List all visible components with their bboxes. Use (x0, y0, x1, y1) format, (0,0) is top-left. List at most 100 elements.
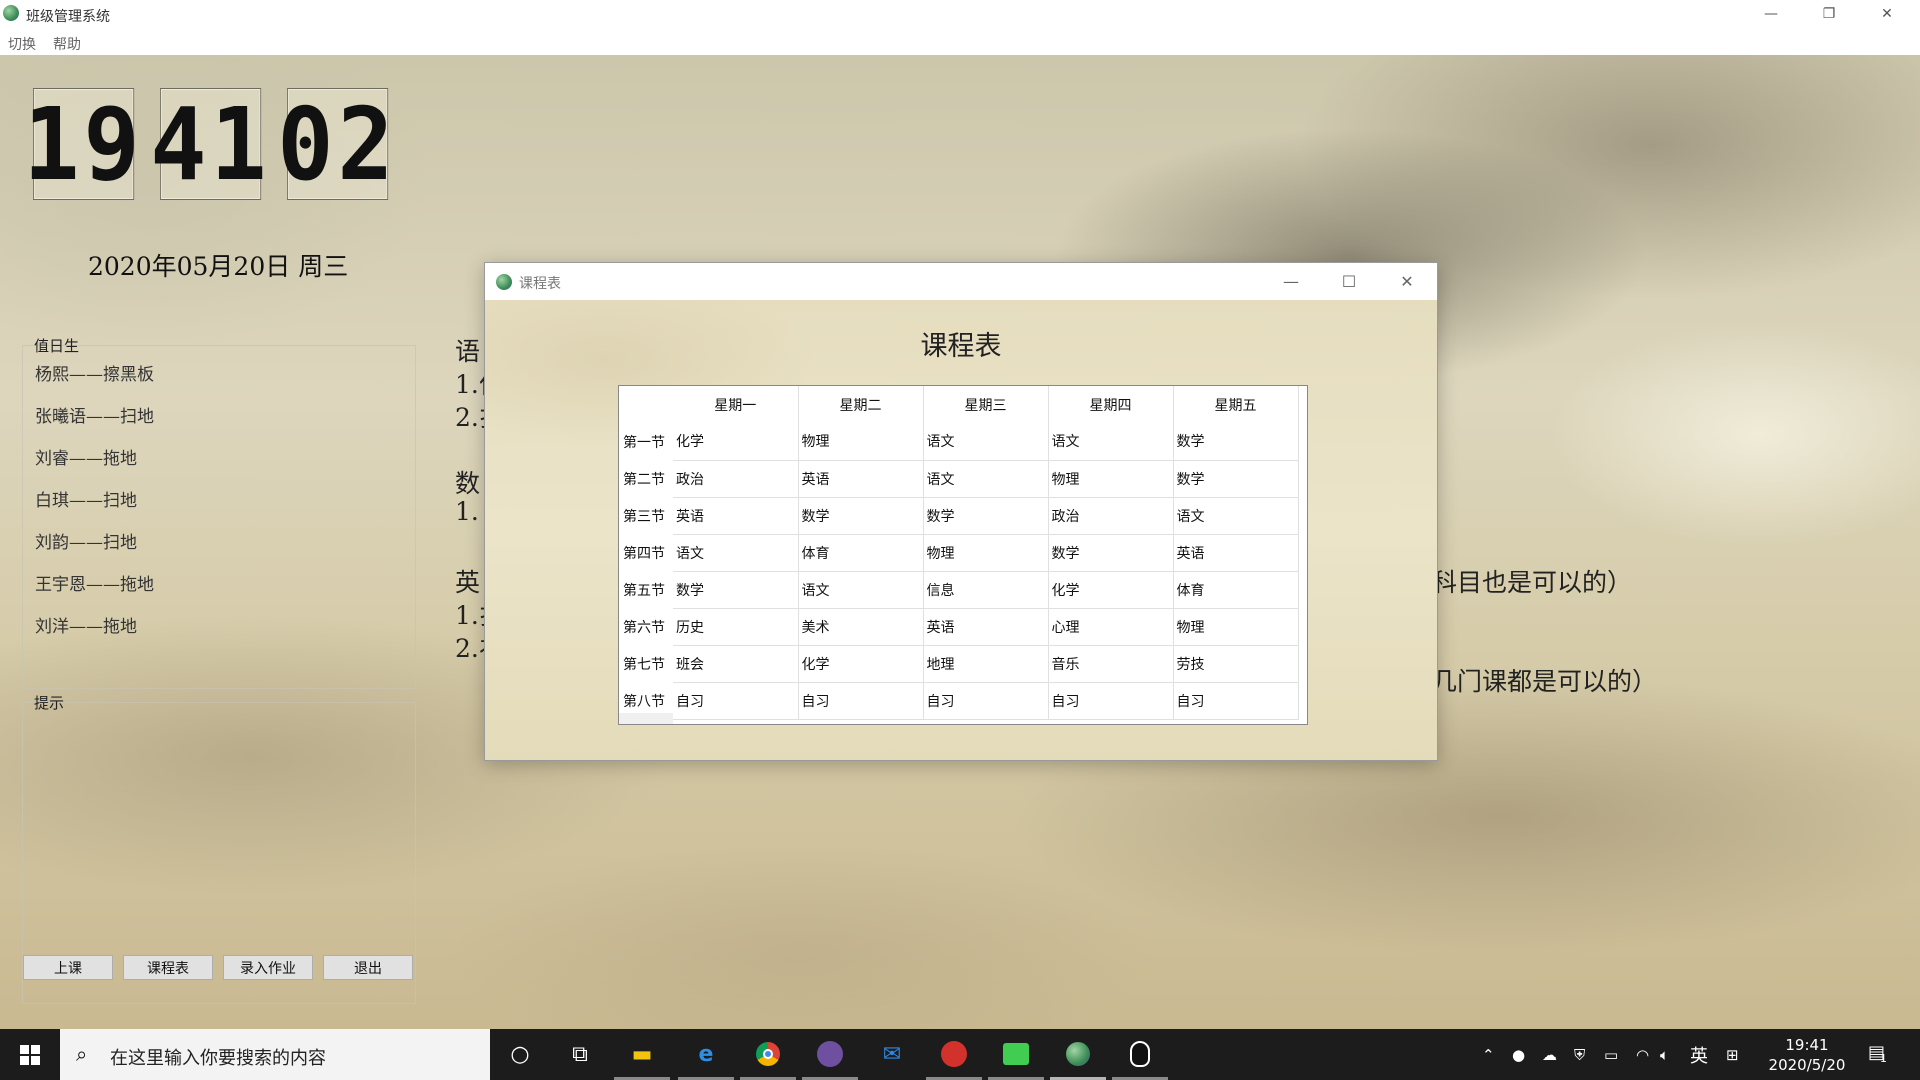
table-cell[interactable]: 自习 (1048, 682, 1174, 720)
table-cell[interactable]: 语文 (923, 460, 1049, 498)
ime-mode-icon[interactable]: ⊞ (1726, 1029, 1739, 1080)
table-cell[interactable]: 心理 (1048, 608, 1174, 646)
table-cell[interactable]: 体育 (1173, 571, 1299, 609)
notification-icon[interactable]: ▤ 1 (1868, 1042, 1892, 1066)
table-cell[interactable]: 语文 (1048, 423, 1174, 461)
close-button[interactable]: ✕ (1858, 0, 1916, 28)
menu-help[interactable]: 帮助 (53, 34, 81, 54)
table-cell[interactable]: 数学 (798, 497, 924, 535)
edge-icon[interactable]: e (689, 1037, 723, 1071)
row-header[interactable]: 第五节 (619, 571, 673, 608)
chrome-icon[interactable] (751, 1037, 785, 1071)
table-cell[interactable]: 自习 (1173, 682, 1299, 720)
table-cell[interactable]: 英语 (923, 608, 1049, 646)
dialog-minimize-button[interactable]: — (1262, 263, 1320, 300)
mail-icon[interactable]: ✉ (875, 1037, 909, 1071)
table-cell[interactable]: 自习 (673, 682, 799, 720)
table-cell[interactable]: 数学 (1173, 460, 1299, 498)
table-cell[interactable]: 数学 (1173, 423, 1299, 461)
dialog-close-button[interactable]: ✕ (1378, 263, 1436, 300)
table-cell[interactable]: 化学 (1048, 571, 1174, 609)
start-button[interactable] (0, 1029, 60, 1080)
table-cell[interactable]: 美术 (798, 608, 924, 646)
table-row: 第八节 自习 自习 自习 自习 自习 (619, 682, 1299, 720)
digital-clock: 19 41 02 (24, 86, 406, 203)
tray-expand-icon[interactable]: ⌃ (1482, 1029, 1495, 1080)
table-corner[interactable] (619, 386, 673, 423)
table-cell[interactable]: 物理 (1048, 460, 1174, 498)
file-explorer-icon[interactable]: ▬ (625, 1037, 659, 1071)
schedule-heading: 课程表 (920, 331, 1002, 362)
table-cell[interactable]: 政治 (673, 460, 799, 498)
column-header[interactable]: 星期四 (1048, 386, 1174, 423)
taskbar-search[interactable]: ⌕ 在这里输入你要搜索的内容 (60, 1029, 490, 1080)
schedule-table-container[interactable]: 星期一 星期二 星期三 星期四 星期五 第一节 化学 物理 语文 语文 数学 第… (618, 385, 1308, 725)
class-start-button[interactable]: 上课 (23, 955, 113, 980)
search-input[interactable]: 在这里输入你要搜索的内容 (110, 1044, 326, 1070)
hint-title: 提示 (34, 694, 65, 712)
table-cell[interactable]: 英语 (673, 497, 799, 535)
duty-item: 王宇恩——拖地 (35, 575, 154, 595)
table-cell[interactable]: 语文 (673, 534, 799, 572)
homework-button[interactable]: 录入作业 (223, 955, 313, 980)
table-cell[interactable]: 语文 (923, 423, 1049, 461)
table-cell[interactable]: 自习 (798, 682, 924, 720)
column-header[interactable]: 星期二 (798, 386, 924, 423)
row-header[interactable]: 第二节 (619, 460, 673, 497)
table-cell[interactable]: 政治 (1048, 497, 1174, 535)
row-header[interactable]: 第四节 (619, 534, 673, 571)
table-cell[interactable]: 语文 (1173, 497, 1299, 535)
menu-switch[interactable]: 切换 (8, 34, 36, 54)
netease-music-icon[interactable] (937, 1037, 971, 1071)
column-header[interactable]: 星期五 (1173, 386, 1299, 423)
table-cell[interactable]: 自习 (923, 682, 1049, 720)
table-cell[interactable]: 数学 (673, 571, 799, 609)
table-cell[interactable]: 音乐 (1048, 645, 1174, 683)
volume-icon[interactable]: 🔈︎ (1660, 1029, 1669, 1080)
table-cell[interactable]: 地理 (923, 645, 1049, 683)
row-header[interactable]: 第三节 (619, 497, 673, 534)
minimize-button[interactable]: — (1742, 0, 1800, 28)
class-manager-app-icon[interactable] (1061, 1037, 1095, 1071)
table-cell[interactable]: 英语 (798, 460, 924, 498)
ime-indicator[interactable]: 英 (1690, 1029, 1708, 1080)
column-header[interactable]: 星期一 (673, 386, 799, 423)
table-cell[interactable]: 物理 (923, 534, 1049, 572)
restore-button[interactable]: ❐ (1800, 0, 1858, 28)
github-icon[interactable] (813, 1037, 847, 1071)
date-label: 2020年05月20日 周三 (88, 252, 349, 281)
qt-creator-icon[interactable] (999, 1037, 1033, 1071)
table-cell[interactable]: 数学 (923, 497, 1049, 535)
duty-item: 刘睿——拖地 (35, 449, 137, 469)
onedrive-icon[interactable]: ☁ (1542, 1029, 1557, 1080)
cortana-icon[interactable]: ○ (503, 1037, 537, 1071)
table-cell[interactable]: 劳技 (1173, 645, 1299, 683)
task-view-icon[interactable]: ⧉ (563, 1037, 597, 1071)
qq-tray-icon[interactable]: ● (1512, 1029, 1525, 1080)
table-cell[interactable]: 物理 (1173, 608, 1299, 646)
table-cell[interactable]: 体育 (798, 534, 924, 572)
table-cell[interactable]: 语文 (798, 571, 924, 609)
battery-icon[interactable]: ▭ (1604, 1029, 1618, 1080)
row-header[interactable]: 第六节 (619, 608, 673, 645)
table-cell[interactable]: 化学 (798, 645, 924, 683)
table-cell[interactable]: 历史 (673, 608, 799, 646)
taskbar-clock[interactable]: 19:41 2020/5/20 (1762, 1035, 1852, 1075)
table-cell[interactable]: 英语 (1173, 534, 1299, 572)
table-row: 第三节 英语 数学 数学 政治 语文 (619, 497, 1299, 535)
dialog-maximize-button[interactable]: ☐ (1320, 263, 1378, 300)
dialog-body: 课程表 星期一 星期二 星期三 星期四 星期五 第一节 化学 物理 语文 语文 … (485, 300, 1437, 760)
exit-button[interactable]: 退出 (323, 955, 413, 980)
table-cell[interactable]: 班会 (673, 645, 799, 683)
row-header[interactable]: 第七节 (619, 645, 673, 682)
wifi-icon[interactable]: ◠ (1636, 1029, 1649, 1080)
table-cell[interactable]: 信息 (923, 571, 1049, 609)
schedule-button[interactable]: 课程表 (123, 955, 213, 980)
column-header[interactable]: 星期三 (923, 386, 1049, 423)
table-cell[interactable]: 化学 (673, 423, 799, 461)
table-cell[interactable]: 物理 (798, 423, 924, 461)
row-header[interactable]: 第一节 (619, 423, 673, 460)
qq-icon[interactable] (1123, 1037, 1157, 1071)
table-cell[interactable]: 数学 (1048, 534, 1174, 572)
security-icon[interactable]: ⛨ (1574, 1029, 1585, 1080)
